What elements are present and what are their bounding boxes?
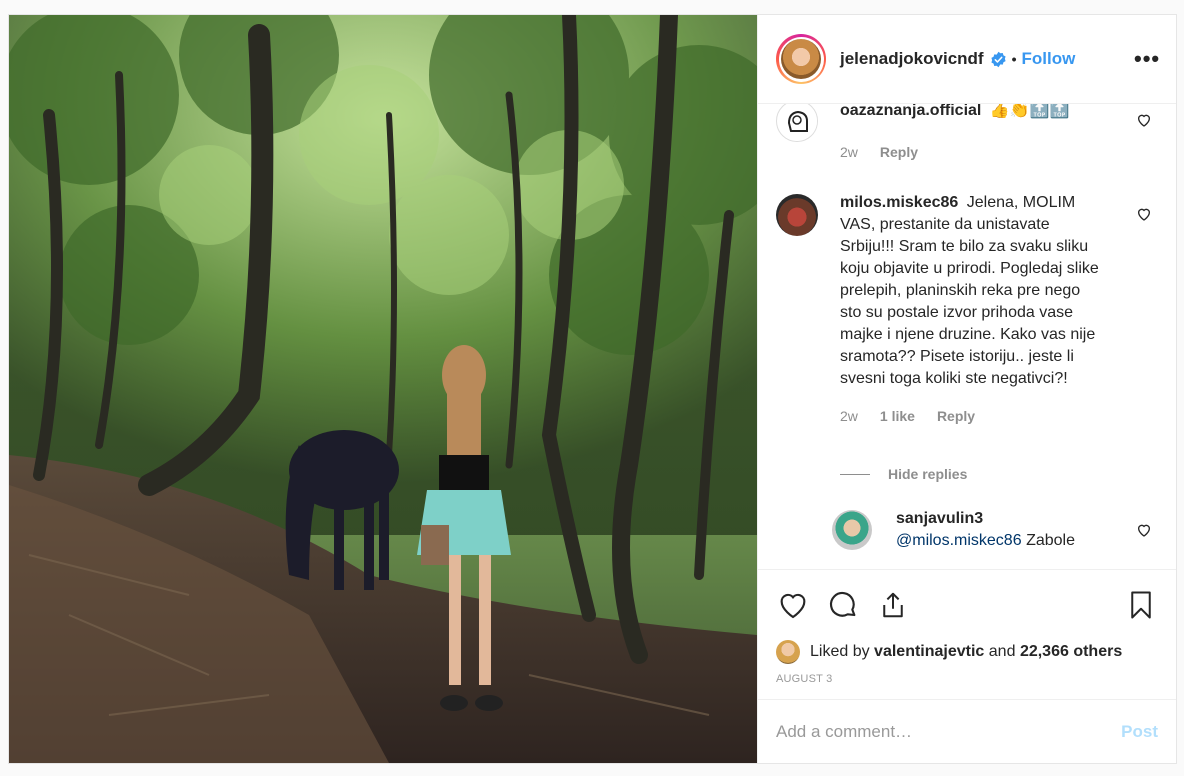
hide-replies-button[interactable]: Hide replies	[840, 466, 967, 482]
comment-username[interactable]: sanjavulin3	[896, 510, 983, 527]
reply-button[interactable]: Reply	[937, 408, 975, 424]
avatar-image	[781, 39, 821, 79]
post-container: jelenadjokovicndf • Follow ••• oazaznanj…	[8, 14, 1177, 764]
add-comment-bar: Post	[758, 699, 1176, 763]
comment-username[interactable]: oazaznanja.official	[840, 104, 981, 119]
heart-icon	[780, 593, 806, 618]
comment-text: milos.miskec86 Jelena, MOLIM VAS, presta…	[840, 192, 1100, 390]
comments-list[interactable]: oazaznanja.official 👍👏🔝🔝 2w Reply milos.…	[758, 104, 1176, 569]
comment-meta: 2w 1 like Reply	[840, 408, 1158, 424]
like-button[interactable]	[776, 588, 810, 622]
save-button[interactable]	[1124, 588, 1158, 622]
comment-text: sanjavulin3 @milos.miskec86 Zabole	[896, 508, 1106, 552]
likes-count-link[interactable]: 1 like	[880, 408, 915, 424]
comment-time[interactable]: 2w	[840, 144, 858, 160]
verified-badge-icon	[991, 51, 1006, 67]
comment-like-heart-icon[interactable]	[1136, 112, 1152, 128]
likes-others-link[interactable]: 22,366 others	[1020, 643, 1122, 660]
reply-button[interactable]: Reply	[880, 144, 918, 160]
comment-item: oazaznanja.official 👍👏🔝🔝 2w Reply	[776, 104, 1158, 160]
author-username[interactable]: jelenadjokovicndf	[840, 49, 984, 69]
comment-content: Zabole	[1026, 532, 1075, 549]
follow-button[interactable]: Follow	[1022, 49, 1076, 69]
likes-prefix: Liked by	[810, 643, 870, 660]
comment-input[interactable]	[776, 721, 1122, 742]
hide-replies-label: Hide replies	[888, 466, 968, 482]
likes-summary: Liked by valentinajevtic and 22,366 othe…	[758, 639, 1176, 665]
bookmark-icon	[1131, 591, 1151, 618]
comment-bubble-icon	[829, 591, 856, 617]
forest-horse-photo	[9, 15, 757, 763]
comment-button[interactable]	[826, 588, 860, 622]
commenter-avatar[interactable]	[832, 510, 872, 550]
comment-like-heart-icon[interactable]	[1136, 206, 1152, 222]
likes-connector: and	[988, 643, 1016, 660]
divider-line	[840, 473, 870, 475]
comment-username[interactable]: milos.miskec86	[840, 194, 958, 211]
commenter-avatar[interactable]	[776, 104, 818, 142]
separator-dot: •	[1011, 51, 1017, 67]
comment-like-heart-icon[interactable]	[1136, 522, 1152, 538]
liker-avatar[interactable]	[776, 640, 800, 664]
liker-username[interactable]: valentinajevtic	[874, 643, 984, 660]
likes-text: Liked by valentinajevtic and 22,366 othe…	[810, 643, 1122, 661]
brain-logo-icon	[778, 104, 817, 141]
comment-mention[interactable]: @milos.miskec86	[896, 532, 1022, 549]
comment-content: Jelena, MOLIM VAS, prestanite da unistav…	[840, 194, 1099, 387]
post-comment-button[interactable]: Post	[1121, 722, 1158, 742]
comment-meta: 2w Reply	[840, 144, 1158, 160]
more-options-icon[interactable]: •••	[1134, 46, 1159, 72]
reply-item: sanjavulin3 @milos.miskec86 Zabole	[832, 508, 1158, 552]
comment-content: 👍👏🔝🔝	[989, 104, 1070, 119]
post-actions	[758, 569, 1176, 639]
commenter-avatar[interactable]	[776, 194, 818, 236]
post-photo[interactable]	[9, 15, 757, 763]
share-button[interactable]	[876, 588, 910, 622]
comment-item: milos.miskec86 Jelena, MOLIM VAS, presta…	[776, 192, 1158, 424]
share-icon	[883, 592, 903, 617]
post-header: jelenadjokovicndf • Follow •••	[758, 15, 1176, 104]
comment-text: oazaznanja.official 👍👏🔝🔝	[840, 104, 1100, 122]
comment-time[interactable]: 2w	[840, 408, 858, 424]
post-sidebar: jelenadjokovicndf • Follow ••• oazaznanj…	[757, 15, 1176, 763]
author-avatar[interactable]	[776, 34, 826, 84]
